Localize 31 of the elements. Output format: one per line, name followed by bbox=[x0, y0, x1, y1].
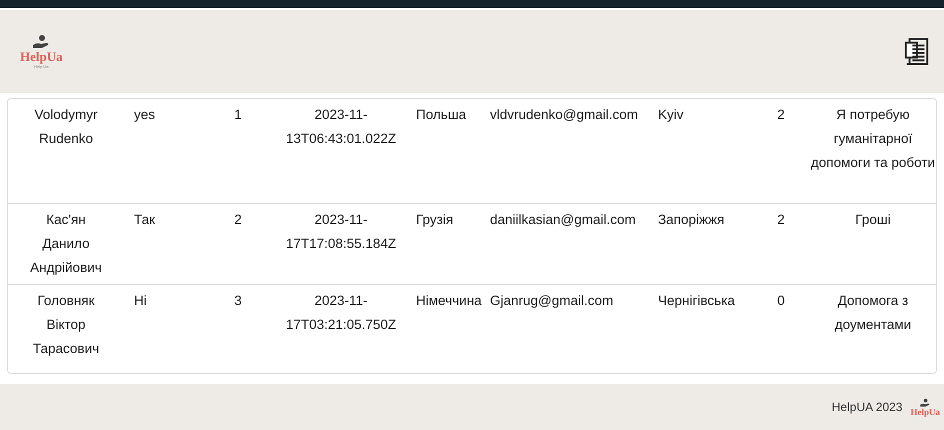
table-cell: vldvrudenko@gmail.com bbox=[490, 107, 638, 122]
table-cell-text: 2023-11-17T03:21:05.750Z bbox=[284, 292, 398, 334]
table-cell-text: Кас'ян Данило Андрійович bbox=[29, 211, 103, 277]
table-cell: Гроші bbox=[855, 212, 891, 227]
footer-text: HelpUA 2023 bbox=[832, 399, 902, 416]
table-cell: Запоріжжя bbox=[658, 212, 724, 227]
table-cell: Допомога з доументами bbox=[834, 293, 912, 332]
table-cell: Німеччина bbox=[416, 293, 482, 308]
table-cell: 3 bbox=[234, 293, 242, 308]
footer-logo-text: HelpUa bbox=[910, 408, 940, 416]
table-cell: Gjanrug@gmail.com bbox=[490, 293, 614, 308]
logo-text[interactable]: HelpUa bbox=[20, 50, 63, 63]
table-cell-text: Volodymyr Rudenko bbox=[33, 106, 99, 148]
table-cell: 0 bbox=[777, 293, 785, 308]
table-cell: yes bbox=[134, 107, 156, 122]
table-cell: Чернігівська bbox=[658, 293, 735, 308]
table-cell: Kyiv bbox=[658, 107, 684, 122]
table-cell: Польша bbox=[416, 107, 466, 122]
table-cell: 2 bbox=[777, 212, 785, 227]
table-cell: daniilkasian@gmail.com bbox=[490, 212, 636, 227]
table-cell-text: Головняк Віктор Тарасович bbox=[32, 292, 100, 358]
table-cell-text: 2023-11-13T06:43:01.022Z bbox=[284, 106, 398, 148]
table-cell: Я потребую гуманітарної допомоги та роботи bbox=[810, 107, 936, 170]
table-cell-text: 2023-11-17T17:08:55.184Z bbox=[284, 211, 398, 253]
table-cell: 2 bbox=[777, 107, 785, 122]
table-cell: 2 bbox=[234, 212, 242, 227]
table-cell: Так bbox=[134, 212, 156, 227]
table-cell: Грузія bbox=[416, 212, 454, 227]
table-cell: Ні bbox=[134, 293, 147, 308]
document-list-icon[interactable] bbox=[904, 36, 930, 68]
table-cell: 1 bbox=[234, 107, 242, 122]
